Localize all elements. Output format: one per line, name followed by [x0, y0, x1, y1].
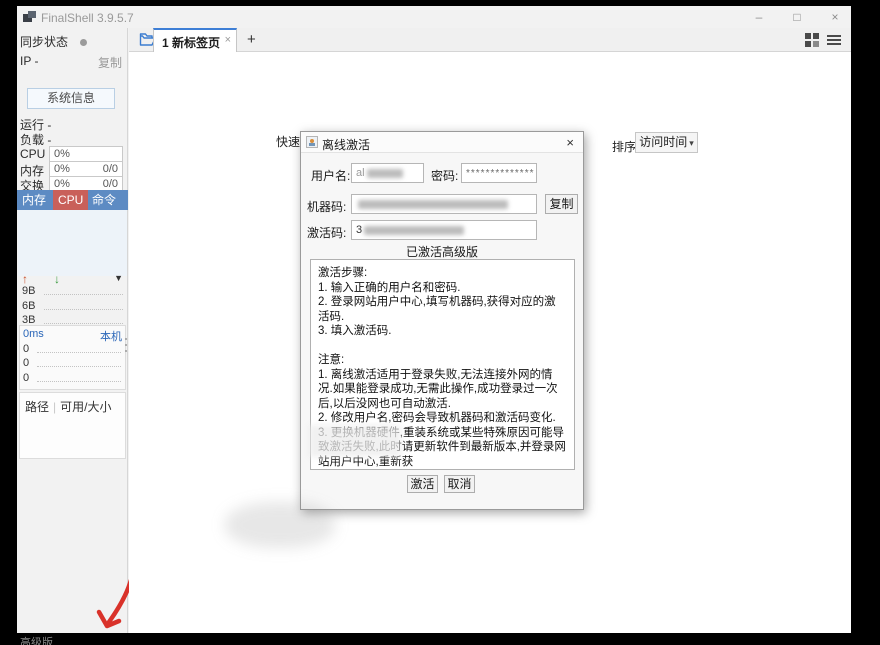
dropdown-caret-icon[interactable]: ▼	[114, 273, 123, 283]
network-arrows-row: ↑ ↓ ▼	[17, 272, 128, 286]
ping-value: 0	[23, 343, 29, 355]
sort-caret-icon: ▾	[689, 138, 694, 148]
net-scale-label: 6B	[22, 300, 35, 312]
sidebar: 同步状态 IP - 复制 系统信息 运行 - 负载 - CPU 0% 内存 0%	[17, 28, 128, 633]
cpu-stat-row: CPU 0%	[20, 146, 123, 162]
activate-button[interactable]: 激活	[407, 475, 438, 493]
tab-cpu[interactable]: CPU	[53, 190, 88, 210]
blur-smudge	[225, 502, 335, 548]
dialog-title: 离线激活	[322, 136, 370, 153]
tab-command[interactable]: 命令	[87, 190, 121, 210]
sort-label: 排序	[612, 138, 636, 155]
username-label: 用户名:	[311, 167, 350, 184]
disk-panel: 路径|可用/大小	[19, 392, 126, 459]
password-label: 密码:	[431, 167, 458, 184]
tab-title: 1 新标签页	[162, 34, 220, 51]
activation-code-field[interactable]: 3	[351, 220, 537, 240]
cpu-stat-label: CPU	[20, 147, 45, 161]
new-tab-button[interactable]: +	[247, 31, 256, 48]
ping-row: 0	[23, 343, 121, 357]
disk-size-header: 可用/大小	[60, 400, 111, 414]
sync-status-label: 同步状态	[20, 35, 68, 49]
tab-close-icon[interactable]: ×	[225, 34, 231, 46]
system-info-button[interactable]: 系统信息	[27, 88, 115, 109]
maximize-button[interactable]: □	[789, 10, 805, 24]
copy-ip-link[interactable]: 复制	[98, 54, 122, 71]
ping-row: 0	[23, 372, 121, 386]
net-scale-row: 6B	[22, 300, 123, 314]
ping-panel: 0ms 本机 0 0 0	[19, 325, 126, 390]
swap-stat-value: 0%	[54, 178, 70, 190]
memory-stat-value: 0%	[54, 163, 70, 175]
username-field[interactable]: al	[351, 163, 424, 183]
memory-stat-extra: 0/0	[103, 163, 118, 175]
dialog-close-button[interactable]: ×	[566, 135, 574, 150]
machine-code-field[interactable]	[351, 194, 537, 214]
activation-code-label: 激活码:	[307, 224, 346, 241]
screenshot-frame: FinalShell 3.9.5.7 – □ × 同步状态 IP - 复制 系统…	[0, 0, 880, 645]
ping-value: 0	[23, 372, 29, 384]
activation-code-value: 3	[356, 224, 362, 236]
ping-value: 0	[23, 357, 29, 369]
net-scale-row: 9B	[22, 285, 123, 299]
dialog-icon	[306, 136, 318, 148]
sync-status-dot	[80, 39, 87, 46]
cpu-stat-box: 0%	[49, 146, 123, 162]
offline-activation-dialog: 离线激活 × 用户名: al 密码: ************** 机器码: 复…	[300, 131, 584, 510]
redaction-smudge	[309, 425, 401, 457]
minimize-button[interactable]: –	[751, 10, 767, 24]
memory-stat-box: 0% 0/0	[49, 161, 123, 177]
sort-dropdown[interactable]: 访问时间▾	[635, 132, 698, 153]
grid-view-icon[interactable]	[805, 33, 819, 47]
window-titlebar: FinalShell 3.9.5.7 – □ ×	[17, 6, 851, 28]
cancel-button[interactable]: 取消	[444, 475, 475, 493]
ping-latency: 0ms	[23, 328, 44, 340]
tab-new-tab-page[interactable]: 1 新标签页 ×	[153, 28, 237, 52]
ip-label: IP -	[20, 54, 38, 68]
upload-arrow-icon: ↑	[22, 272, 28, 286]
disk-path-header: 路径	[25, 400, 49, 414]
close-button[interactable]: ×	[827, 10, 843, 24]
tab-bar: 1 新标签页 × +	[129, 28, 851, 52]
ping-host: 本机	[100, 328, 122, 344]
copy-machine-code-button[interactable]: 复制	[545, 194, 578, 214]
net-scale-label: 9B	[22, 285, 35, 297]
swap-stat-extra: 0/0	[103, 178, 118, 190]
sort-value: 访问时间	[639, 135, 687, 149]
window-title: FinalShell 3.9.5.7	[41, 11, 134, 25]
app-icon	[23, 11, 36, 22]
splitter-handle[interactable]	[124, 334, 128, 364]
tab-memory[interactable]: 内存	[17, 190, 51, 210]
memory-stat-row: 内存 0% 0/0	[20, 161, 123, 177]
download-arrow-icon: ↓	[54, 272, 60, 286]
edition-label: 高级版	[20, 634, 53, 645]
ping-row: 0	[23, 357, 121, 371]
finalshell-window: FinalShell 3.9.5.7 – □ × 同步状态 IP - 复制 系统…	[17, 6, 851, 633]
password-field[interactable]: **************	[461, 163, 537, 183]
ip-row: IP - 复制	[20, 54, 124, 68]
menu-icon[interactable]	[827, 33, 841, 47]
sync-status: 同步状态	[20, 33, 124, 50]
cpu-stat-value: 0%	[54, 148, 70, 160]
machine-code-label: 机器码:	[307, 198, 346, 215]
quick-connect-label[interactable]: 快速	[276, 133, 300, 150]
monitor-tab-strip: 内存 CPU 命令	[17, 190, 128, 210]
dialog-titlebar[interactable]: 离线激活 ×	[301, 132, 583, 153]
monitor-chart-area	[18, 210, 127, 276]
username-value: al	[356, 167, 365, 179]
